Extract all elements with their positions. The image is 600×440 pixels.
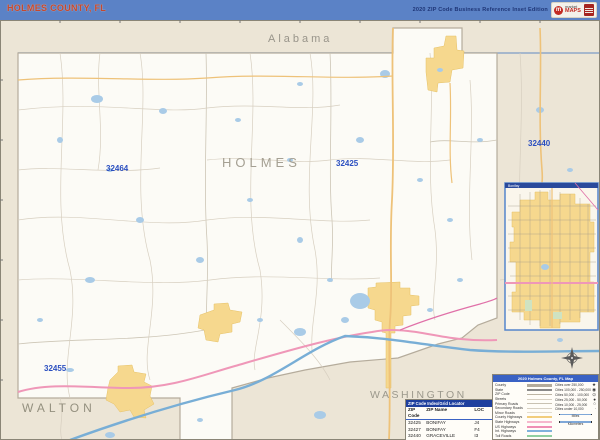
alabama-label: Alabama	[268, 33, 332, 45]
bonifay-inset-map: Bonifay	[504, 182, 599, 331]
walton-label: WALTON	[22, 401, 96, 415]
legend-city-column: Cities over 250,000 ★ Cities 100,000 - 25…	[555, 383, 596, 438]
header-bar: HOLMES COUNTY, FL 2020 ZIP Code Business…	[0, 0, 600, 20]
legend-item: Toll Roads	[495, 434, 552, 439]
zip-label-32440: 32440	[528, 139, 551, 148]
line-sample	[527, 425, 552, 428]
legend-city-item: Cities 100,000 - 250,000 ◉	[555, 386, 596, 393]
zip-index-table: ZIP Code Index/Grid Locator ZIP Code ZIP…	[405, 399, 494, 440]
holmes-label: HOLMES	[222, 155, 301, 170]
map-legend: 2020 Holmes County, FL Map County State …	[492, 374, 599, 440]
line-sample	[527, 421, 552, 424]
col-zip-name: ZIP Name	[426, 407, 448, 412]
line-sample	[527, 407, 552, 409]
zip-index-title: ZIP Code Index/Grid Locator	[406, 400, 493, 407]
page-title: HOLMES COUNTY, FL	[7, 3, 107, 13]
marketmaps-logo: m market MAPS	[551, 2, 597, 18]
line-sample	[527, 398, 552, 400]
legend-line-column: County State ZIP Code Streets Primary Ro…	[495, 383, 552, 438]
logo-compass-icon: m	[554, 5, 563, 15]
edition-subtitle: 2020 ZIP Code Business Reference Inset E…	[412, 7, 548, 13]
line-sample	[527, 430, 552, 433]
line-sample	[527, 384, 552, 387]
logo-word-main: MAPS	[565, 8, 581, 15]
map-canvas: Alabama HOLMES WALTON WASHINGTON 32464 3…	[0, 20, 600, 440]
zip-label-32425: 32425	[336, 159, 359, 168]
zip-label-32455: 32455	[44, 364, 67, 373]
zip-index-header-row: ZIP Code ZIP Name LOC	[406, 407, 493, 421]
line-sample	[527, 416, 552, 419]
legend-city-item: Cities under 10,000 ·	[555, 406, 597, 412]
line-sample	[527, 388, 552, 391]
legend-title: 2020 Holmes County, FL Map	[493, 375, 598, 382]
line-sample	[527, 403, 552, 405]
city-symbol-icon: ·	[594, 406, 597, 412]
scale-bar-kilometers: Kilometers	[555, 421, 596, 426]
zip-label-32464: 32464	[106, 164, 129, 173]
line-sample	[527, 393, 552, 396]
line-sample	[527, 412, 552, 414]
logo-badge-icon	[584, 4, 594, 16]
map-sheet: HOLMES COUNTY, FL 2020 ZIP Code Business…	[0, 0, 600, 440]
col-zip-code: ZIP Code	[408, 407, 420, 419]
inset-title: Bonifay	[508, 184, 520, 188]
line-sample	[527, 434, 552, 437]
col-loc: LOC	[474, 407, 485, 412]
scale-bar-miles: Miles	[555, 413, 596, 419]
logo-wordmark: market MAPS	[565, 5, 581, 15]
